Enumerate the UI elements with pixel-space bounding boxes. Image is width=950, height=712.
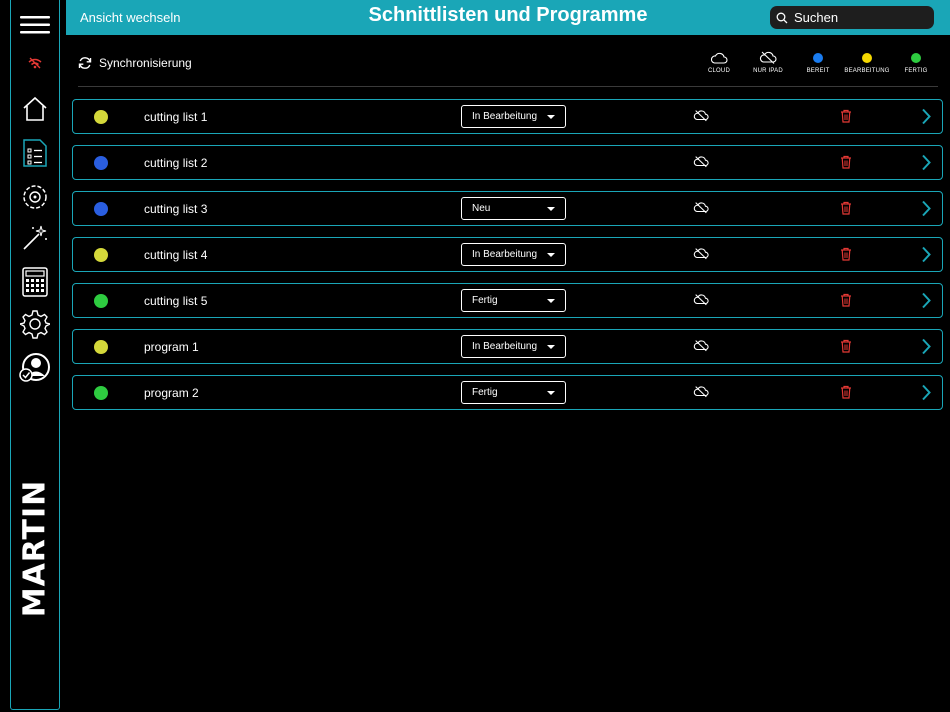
magic-wand-icon[interactable]	[18, 221, 52, 255]
saw-blade-icon[interactable]	[18, 180, 52, 214]
menu-icon[interactable]	[18, 8, 52, 42]
list-item[interactable]: cutting list 2	[72, 145, 943, 180]
status-select-value: Fertig	[472, 387, 498, 398]
cloud-icon	[710, 52, 728, 64]
status-select[interactable]: In Bearbeitung	[461, 105, 566, 128]
header-bar: Ansicht wechseln Schnittlisten und Progr…	[66, 0, 950, 35]
trash-icon[interactable]	[840, 339, 852, 353]
wifi-off-icon	[18, 46, 52, 80]
trash-icon[interactable]	[840, 247, 852, 261]
item-name: program 2	[144, 386, 199, 400]
cloud-off-icon[interactable]	[693, 339, 709, 352]
user-check-icon[interactable]	[18, 351, 52, 385]
item-name: cutting list 5	[144, 294, 208, 308]
status-dot	[94, 340, 108, 354]
status-dot	[94, 202, 108, 216]
divider	[78, 86, 938, 87]
legend-label: FERTIG	[904, 68, 928, 74]
list-item[interactable]: program 2 Fertig	[72, 375, 943, 410]
brand-logo: MARTIN	[17, 479, 53, 617]
sync-button[interactable]: Synchronisierung	[78, 56, 192, 70]
chevron-right-icon[interactable]	[921, 200, 931, 217]
chevron-right-icon[interactable]	[921, 292, 931, 309]
cloud-off-icon[interactable]	[693, 155, 709, 168]
search-box[interactable]	[770, 6, 934, 29]
cloud-off-icon[interactable]	[693, 201, 709, 214]
status-select[interactable]: In Bearbeitung	[461, 335, 566, 358]
status-dot	[813, 52, 823, 63]
sidebar: MARTIN	[10, 0, 60, 710]
caret-down-icon	[547, 206, 555, 211]
item-name: cutting list 4	[144, 248, 208, 262]
item-name: cutting list 2	[144, 156, 208, 170]
caret-down-icon	[547, 390, 555, 395]
list-item[interactable]: cutting list 5 Fertig	[72, 283, 943, 318]
legend-done: FERTIG	[886, 50, 946, 74]
search-input[interactable]	[794, 10, 924, 25]
status-dot	[94, 294, 108, 308]
home-icon[interactable]	[18, 92, 52, 126]
chevron-right-icon[interactable]	[921, 338, 931, 355]
status-dot	[862, 52, 872, 63]
caret-down-icon	[547, 114, 555, 119]
cloud-off-icon[interactable]	[693, 109, 709, 122]
cloud-off-icon	[759, 51, 777, 64]
chevron-right-icon[interactable]	[921, 108, 931, 125]
caret-down-icon	[547, 252, 555, 257]
settings-icon[interactable]	[18, 307, 52, 341]
calculator-icon[interactable]	[18, 265, 52, 299]
caret-down-icon	[547, 344, 555, 349]
status-select[interactable]: In Bearbeitung	[461, 243, 566, 266]
trash-icon[interactable]	[840, 201, 852, 215]
sync-icon	[78, 57, 92, 69]
trash-icon[interactable]	[840, 293, 852, 307]
search-icon	[776, 12, 788, 23]
chevron-right-icon[interactable]	[921, 246, 931, 263]
status-dot	[911, 52, 921, 63]
cloud-off-icon[interactable]	[693, 385, 709, 398]
cloud-off-icon[interactable]	[693, 247, 709, 260]
trash-icon[interactable]	[840, 155, 852, 169]
trash-icon[interactable]	[840, 109, 852, 123]
chevron-right-icon[interactable]	[921, 384, 931, 401]
list-icon[interactable]	[18, 136, 52, 170]
view-switch-button[interactable]: Ansicht wechseln	[80, 10, 180, 25]
list-item[interactable]: program 1 In Bearbeitung	[72, 329, 943, 364]
status-dot	[94, 110, 108, 124]
status-select-value: Fertig	[472, 295, 498, 306]
status-dot	[94, 156, 108, 170]
item-name: cutting list 1	[144, 110, 208, 124]
status-select-value: In Bearbeitung	[472, 341, 538, 352]
item-name: cutting list 3	[144, 202, 208, 216]
status-select-value: In Bearbeitung	[472, 249, 538, 260]
cloud-off-icon[interactable]	[693, 293, 709, 306]
list-item[interactable]: cutting list 1 In Bearbeitung	[72, 99, 943, 134]
status-select-value: Neu	[472, 203, 491, 214]
status-select[interactable]: Fertig	[461, 289, 566, 312]
status-select-value: In Bearbeitung	[472, 111, 538, 122]
chevron-right-icon[interactable]	[921, 154, 931, 171]
list-item[interactable]: cutting list 4 In Bearbeitung	[72, 237, 943, 272]
list-item[interactable]: cutting list 3 Neu	[72, 191, 943, 226]
sync-label: Synchronisierung	[99, 56, 192, 70]
status-dot	[94, 386, 108, 400]
item-name: program 1	[144, 340, 199, 354]
status-dot	[94, 248, 108, 262]
caret-down-icon	[547, 298, 555, 303]
status-select[interactable]: Fertig	[461, 381, 566, 404]
trash-icon[interactable]	[840, 385, 852, 399]
status-select[interactable]: Neu	[461, 197, 566, 220]
